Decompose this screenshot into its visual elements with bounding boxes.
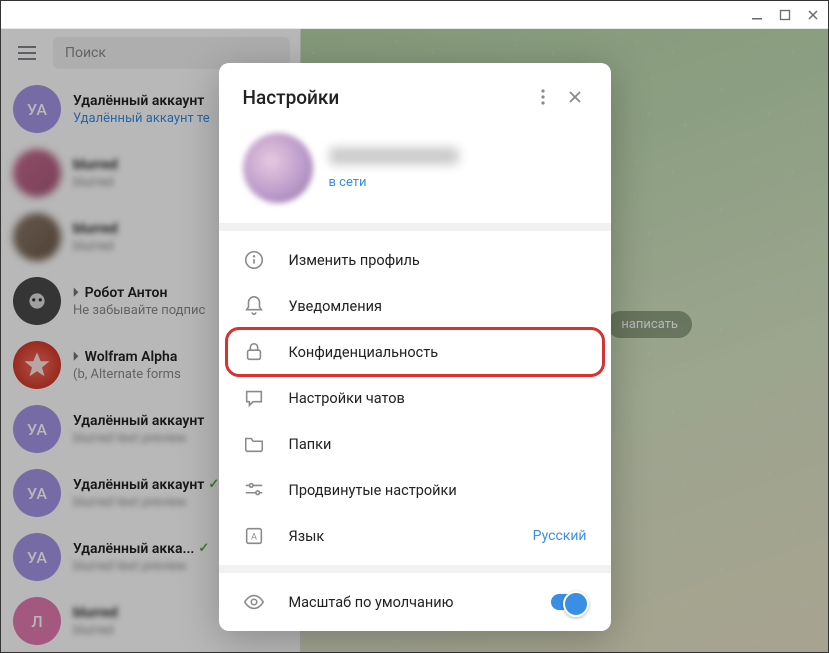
lock-icon	[243, 341, 265, 363]
menu-label: Язык	[289, 528, 509, 545]
separator	[219, 223, 611, 231]
chat-icon	[243, 387, 265, 409]
maximize-button[interactable]	[778, 8, 792, 22]
menu-label: Папки	[289, 436, 587, 453]
profile-section[interactable]: в сети	[219, 127, 611, 223]
sliders-icon	[243, 479, 265, 501]
modal-title: Настройки	[243, 86, 527, 109]
info-icon	[243, 249, 265, 271]
menu-item-folders[interactable]: Папки	[219, 421, 611, 467]
settings-modal: Настройки в сети Изменить профиль	[219, 63, 611, 631]
close-button[interactable]	[559, 81, 591, 113]
settings-menu: Изменить профиль Уведомления Конфиденциа…	[219, 231, 611, 565]
window-titlebar	[1, 1, 828, 29]
menu-item-language[interactable]: A Язык Русский	[219, 513, 611, 559]
menu-value: Русский	[533, 528, 587, 544]
menu-item-default-scale[interactable]: Масштаб по умолчанию	[219, 579, 611, 625]
folder-icon	[243, 433, 265, 455]
menu-item-advanced[interactable]: Продвинутые настройки	[219, 467, 611, 513]
scale-toggle[interactable]	[551, 594, 587, 610]
window-close-button[interactable]	[806, 8, 820, 22]
menu-label: Продвинутые настройки	[289, 482, 587, 499]
separator	[219, 565, 611, 573]
profile-status: в сети	[329, 175, 587, 190]
minimize-button[interactable]	[750, 8, 764, 22]
menu-item-privacy[interactable]: Конфиденциальность	[219, 329, 611, 375]
more-menu-button[interactable]	[527, 81, 559, 113]
svg-text:A: A	[251, 533, 257, 543]
menu-item-notifications[interactable]: Уведомления	[219, 283, 611, 329]
menu-item-edit-profile[interactable]: Изменить профиль	[219, 237, 611, 283]
menu-label: Изменить профиль	[289, 252, 587, 269]
menu-item-chat-settings[interactable]: Настройки чатов	[219, 375, 611, 421]
menu-label: Уведомления	[289, 298, 587, 315]
profile-avatar	[243, 133, 313, 203]
menu-label: Настройки чатов	[289, 390, 587, 407]
modal-overlay[interactable]: Настройки в сети Изменить профиль	[1, 29, 828, 652]
bell-icon	[243, 295, 265, 317]
profile-name	[329, 147, 459, 165]
eye-icon	[243, 591, 265, 613]
menu-label: Масштаб по умолчанию	[289, 594, 527, 611]
language-icon: A	[243, 525, 265, 547]
menu-label: Конфиденциальность	[289, 344, 587, 361]
